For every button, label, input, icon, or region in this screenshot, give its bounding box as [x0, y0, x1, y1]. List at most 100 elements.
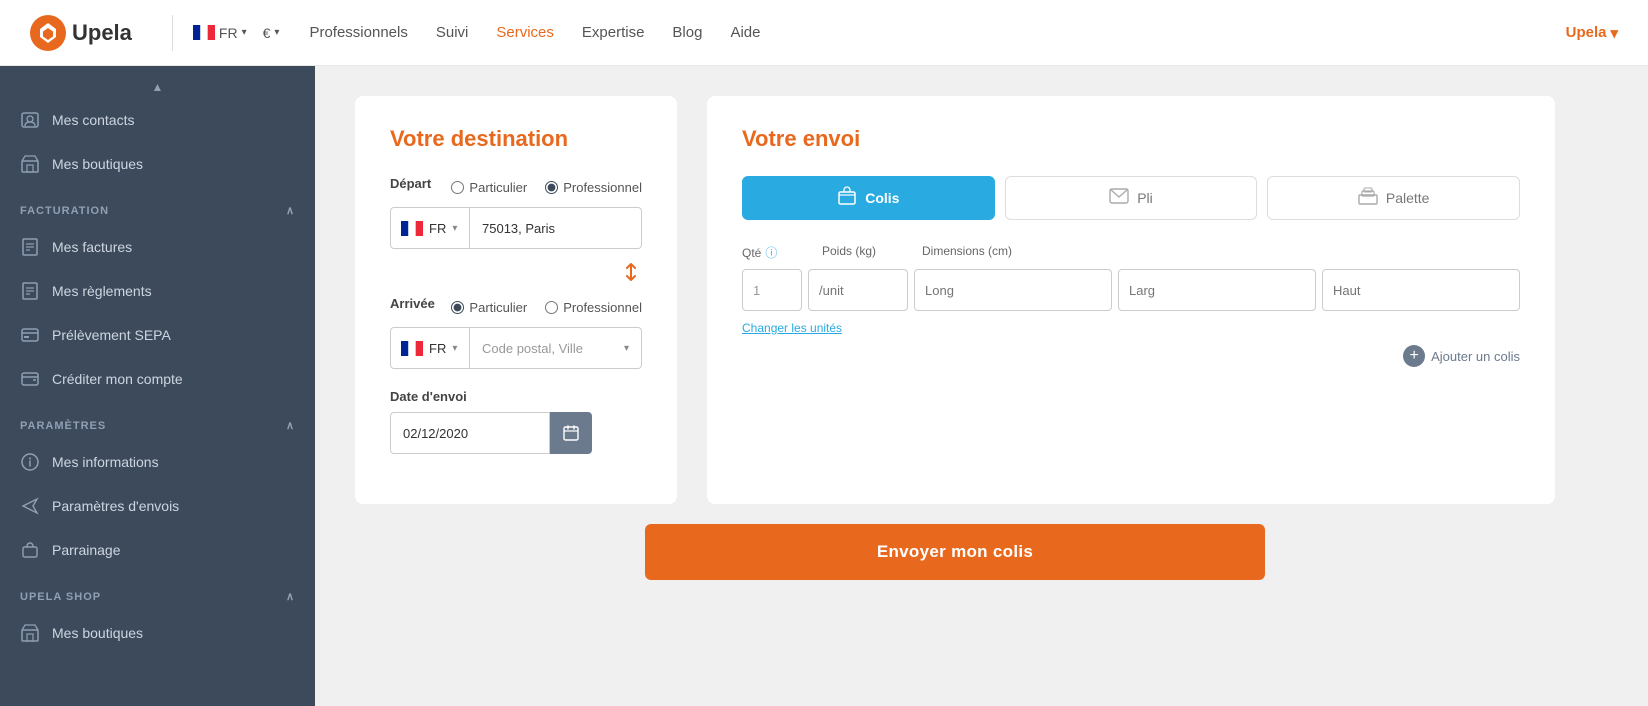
envoi-card: Votre envoi Colis	[707, 96, 1555, 504]
arrivee-country-select[interactable]: FR ▾	[390, 327, 470, 369]
date-calendar-button[interactable]	[550, 412, 592, 454]
main-content: Votre destination Départ Particulier	[315, 66, 1648, 706]
sidebar-label-boutiques-top: Mes boutiques	[52, 156, 143, 172]
depart-country-select[interactable]: FR ▾	[390, 207, 470, 249]
depart-group: Départ Particulier Professionnel	[390, 176, 642, 249]
swap-icon-container	[390, 261, 642, 288]
depart-particulier-label[interactable]: Particulier	[451, 180, 527, 195]
sidebar-label-contacts: Mes contacts	[52, 112, 134, 128]
sidebar: ▲ Mes contacts Mes boutiques	[0, 66, 315, 706]
larg-input[interactable]	[1118, 269, 1316, 311]
section-facturation-header[interactable]: FACTURATION ∧	[0, 186, 315, 225]
sidebar-item-sepa[interactable]: Prélèvement SEPA	[0, 313, 315, 357]
sidebar-item-parametres-envois[interactable]: Paramètres d'envois	[0, 484, 315, 528]
envoyer-button[interactable]: Envoyer mon colis	[645, 524, 1265, 580]
user-menu[interactable]: Upela ▾	[1566, 24, 1618, 42]
tab-colis-label: Colis	[865, 190, 899, 206]
pli-icon	[1109, 188, 1129, 209]
depart-professionnel-radio[interactable]	[545, 181, 558, 194]
palette-icon	[1358, 187, 1378, 210]
section-parametres-header[interactable]: PARAMÈTRES ∧	[0, 401, 315, 440]
poids-header: Poids (kg)	[822, 244, 922, 261]
plus-circle-icon: +	[1403, 345, 1425, 367]
colis-icon	[837, 186, 857, 211]
user-label: Upela	[1566, 24, 1607, 41]
envoi-tabs: Colis Pli	[742, 176, 1520, 220]
depart-particulier-text: Particulier	[469, 180, 527, 195]
envoi-title: Votre envoi	[742, 126, 1520, 152]
sidebar-label-credit: Créditer mon compte	[52, 371, 183, 387]
sidebar-label-boutiques-bottom: Mes boutiques	[52, 625, 143, 641]
content-grid: Votre destination Départ Particulier	[355, 96, 1555, 504]
nav-blog[interactable]: Blog	[672, 24, 702, 41]
haut-input[interactable]	[1322, 269, 1520, 311]
nav-aide[interactable]: Aide	[730, 24, 760, 41]
factures-icon	[20, 237, 40, 257]
sidebar-item-boutiques-bottom[interactable]: Mes boutiques	[0, 611, 315, 655]
colis-input-row	[742, 269, 1520, 311]
swap-arrows-icon[interactable]	[620, 261, 642, 288]
nav-professionnels[interactable]: Professionnels	[309, 24, 407, 41]
logo[interactable]: Upela	[30, 15, 132, 51]
arrivee-input-row: FR ▾ Code postal, Ville ▾	[390, 327, 642, 369]
ajouter-colis-label: Ajouter un colis	[1431, 349, 1520, 364]
section-parametres-title: PARAMÈTRES	[20, 420, 106, 432]
arrivee-professionnel-label[interactable]: Professionnel	[545, 300, 642, 315]
logo-text: Upela	[72, 20, 132, 46]
qte-header: Qté ⓘ	[742, 244, 822, 261]
sidebar-item-parrainage[interactable]: Parrainage	[0, 528, 315, 572]
depart-professionnel-label[interactable]: Professionnel	[545, 180, 642, 195]
long-input[interactable]	[914, 269, 1112, 311]
topnav: Upela FR ▾ € ▾ Professionnels Suivi Serv…	[0, 0, 1648, 66]
currency-selector[interactable]: € ▾	[263, 25, 280, 41]
date-label: Date d'envoi	[390, 389, 642, 404]
arrivee-particulier-radio[interactable]	[451, 301, 464, 314]
lang-chevron: ▾	[242, 27, 247, 38]
date-input[interactable]	[390, 412, 550, 454]
arrivee-professionnel-radio[interactable]	[545, 301, 558, 314]
boutiques-bottom-icon	[20, 623, 40, 643]
nav-suivi[interactable]: Suivi	[436, 24, 469, 41]
colis-fields-header: Qté ⓘ Poids (kg) Dimensions (cm)	[742, 244, 1520, 261]
info-icon	[20, 452, 40, 472]
section-upelashop-header[interactable]: UPELA SHOP ∧	[0, 572, 315, 611]
bottom-bar: Envoyer mon colis	[355, 524, 1555, 580]
tab-pli-label: Pli	[1137, 190, 1153, 206]
arrivee-particulier-label[interactable]: Particulier	[451, 300, 527, 315]
sidebar-item-contacts[interactable]: Mes contacts	[0, 98, 315, 142]
poids-input[interactable]	[808, 269, 908, 311]
qte-input[interactable]	[742, 269, 802, 311]
changer-unites-link[interactable]: Changer les unités	[742, 321, 842, 335]
user-chevron: ▾	[1610, 24, 1618, 42]
depart-input-row: FR ▾ 75013, Paris	[390, 207, 642, 249]
sidebar-item-factures[interactable]: Mes factures	[0, 225, 315, 269]
nav-services[interactable]: Services	[496, 24, 554, 41]
nav-expertise[interactable]: Expertise	[582, 24, 645, 41]
arrivee-label: Arrivée	[390, 296, 435, 311]
scroll-up-indicator: ▲	[0, 76, 315, 98]
tab-palette[interactable]: Palette	[1267, 176, 1520, 220]
sidebar-label-factures: Mes factures	[52, 239, 132, 255]
tab-colis[interactable]: Colis	[742, 176, 995, 220]
lang-label: FR	[219, 25, 238, 41]
sidebar-label-parrainage: Parrainage	[52, 542, 121, 558]
arrivee-particulier-text: Particulier	[469, 300, 527, 315]
sidebar-item-reglements[interactable]: Mes règlements	[0, 269, 315, 313]
sidebar-item-credit[interactable]: Créditer mon compte	[0, 357, 315, 401]
depart-particulier-radio[interactable]	[451, 181, 464, 194]
language-selector[interactable]: FR ▾	[193, 25, 247, 41]
ajouter-colis-button[interactable]: + Ajouter un colis	[742, 345, 1520, 367]
section-facturation-title: FACTURATION	[20, 205, 109, 217]
arrivee-city-dropdown[interactable]: Code postal, Ville ▾	[470, 327, 642, 369]
nav-links: Professionnels Suivi Services Expertise …	[309, 24, 1565, 41]
sidebar-item-boutiques-top[interactable]: Mes boutiques	[0, 142, 315, 186]
tab-pli[interactable]: Pli	[1005, 176, 1258, 220]
arrivee-city-placeholder: Code postal, Ville	[482, 341, 583, 356]
section-parametres-chevron: ∧	[286, 419, 295, 432]
sidebar-item-informations[interactable]: Mes informations	[0, 440, 315, 484]
sidebar-label-parametres-envois: Paramètres d'envois	[52, 498, 179, 514]
parrainage-icon	[20, 540, 40, 560]
depart-city-select[interactable]: 75013, Paris	[470, 207, 642, 249]
qte-info-icon: ⓘ	[765, 244, 777, 261]
nav-divider	[172, 15, 173, 51]
